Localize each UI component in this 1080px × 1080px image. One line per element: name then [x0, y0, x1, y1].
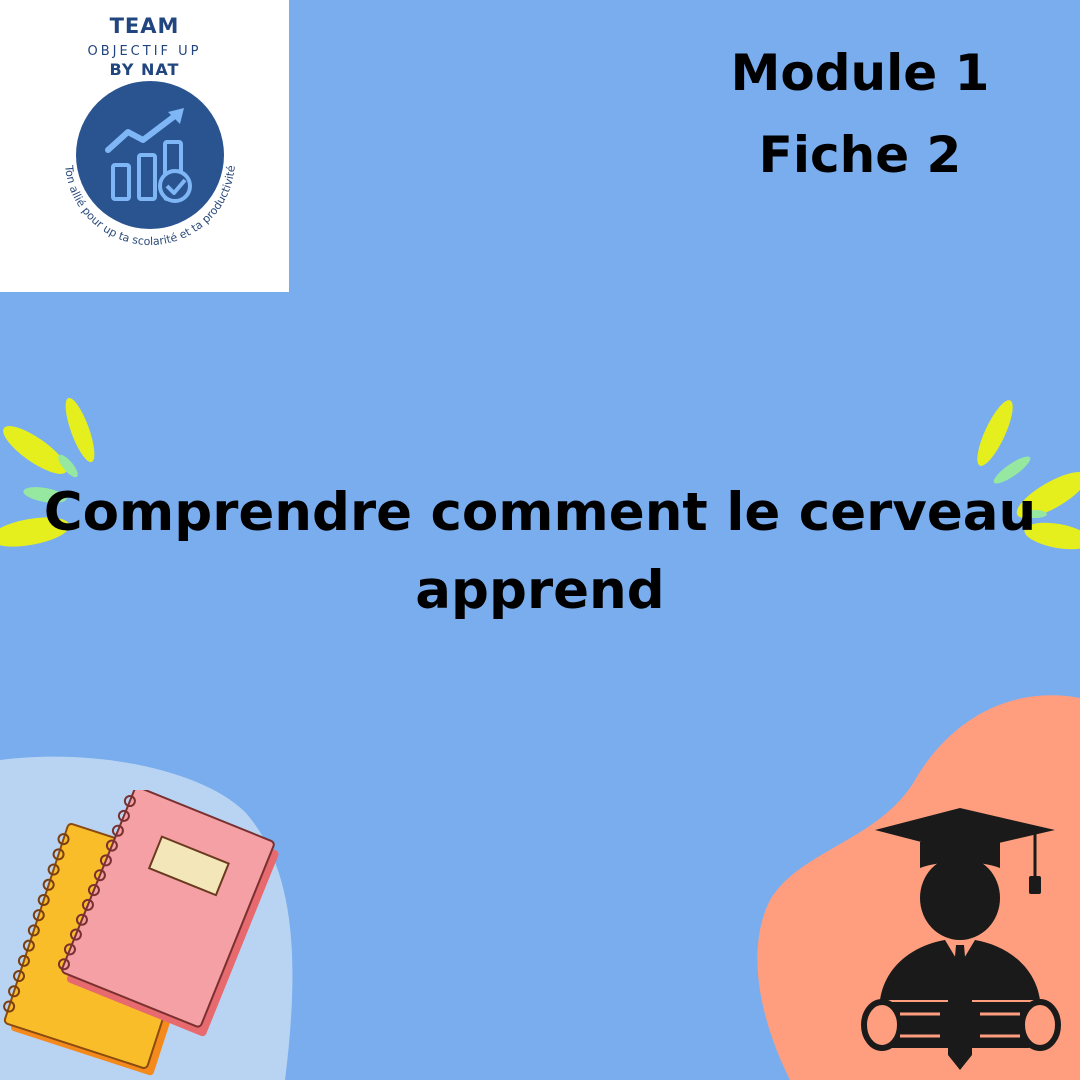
notebooks-illustration — [3, 790, 279, 1076]
graduate-with-diploma-illustration — [861, 808, 1061, 1070]
page-title: Comprendre comment le cerveau apprend — [40, 474, 1040, 630]
title-line-2: apprend — [415, 560, 665, 621]
title-line-1: Comprendre comment le cerveau — [43, 482, 1037, 543]
slide-page: TEAM OBJECTIF UP BY NAT Ton allié pour u… — [0, 0, 1080, 1080]
